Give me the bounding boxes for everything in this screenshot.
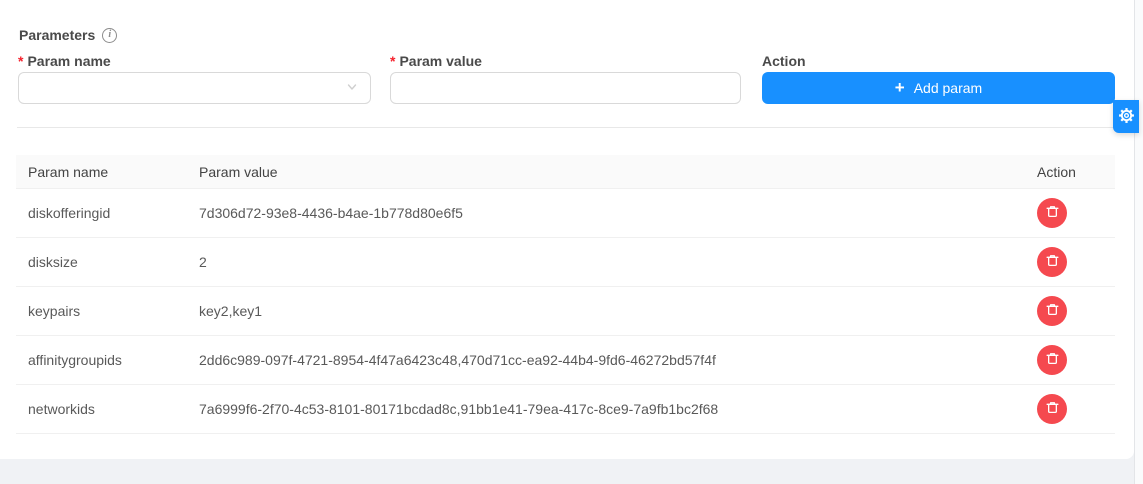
add-param-button[interactable]: + Add param bbox=[762, 72, 1115, 104]
table-row: affinitygroupids 2dd6c989-097f-4721-8954… bbox=[16, 336, 1115, 385]
param-value-label: * Param value bbox=[390, 53, 741, 69]
param-name-cell: keypairs bbox=[16, 303, 199, 319]
action-cell bbox=[1025, 296, 1115, 326]
scrollbar-track[interactable] bbox=[1134, 0, 1143, 484]
required-asterisk: * bbox=[18, 53, 23, 69]
section-divider bbox=[17, 127, 1128, 128]
action-field: Action + Add param bbox=[762, 53, 1115, 104]
delete-param-button[interactable] bbox=[1037, 198, 1067, 228]
param-name-cell: affinitygroupids bbox=[16, 352, 199, 368]
param-value-cell: key2,key1 bbox=[199, 303, 1025, 319]
parameters-section-title: Parameters i bbox=[19, 26, 117, 44]
table-row: diskofferingid 7d306d72-93e8-4436-b4ae-1… bbox=[16, 189, 1115, 238]
trash-icon bbox=[1045, 253, 1060, 271]
action-cell bbox=[1025, 345, 1115, 375]
param-name-select[interactable] bbox=[18, 72, 371, 104]
page-footer bbox=[0, 459, 1134, 484]
parameters-table: Param name Param value Action diskofferi… bbox=[16, 155, 1115, 434]
table-row: networkids 7a6999f6-2f70-4c53-8101-80171… bbox=[16, 385, 1115, 434]
settings-drawer-handle[interactable] bbox=[1113, 100, 1139, 133]
param-value-cell: 2dd6c989-097f-4721-8954-4f47a6423c48,470… bbox=[199, 352, 1025, 368]
delete-param-button[interactable] bbox=[1037, 394, 1067, 424]
gear-icon bbox=[1118, 107, 1135, 127]
chevron-down-icon bbox=[345, 80, 359, 97]
delete-param-button[interactable] bbox=[1037, 345, 1067, 375]
plus-icon: + bbox=[895, 79, 905, 96]
page-title: Parameters bbox=[19, 27, 95, 43]
param-value-field: * Param value bbox=[390, 53, 741, 104]
param-name-cell: networkids bbox=[16, 401, 199, 417]
action-cell bbox=[1025, 394, 1115, 424]
param-name-cell: disksize bbox=[16, 254, 199, 270]
param-name-field: * Param name bbox=[18, 53, 371, 104]
add-param-button-label: Add param bbox=[914, 80, 982, 96]
action-cell bbox=[1025, 247, 1115, 277]
param-name-label: * Param name bbox=[18, 53, 371, 69]
trash-icon bbox=[1045, 204, 1060, 222]
trash-icon bbox=[1045, 302, 1060, 320]
column-header-action: Action bbox=[1025, 164, 1115, 180]
delete-param-button[interactable] bbox=[1037, 296, 1067, 326]
content-card: Parameters i * Param name * Param value … bbox=[0, 0, 1134, 459]
param-value-cell: 7d306d72-93e8-4436-b4ae-1b778d80e6f5 bbox=[199, 205, 1025, 221]
param-value-input[interactable] bbox=[390, 72, 741, 104]
param-value-cell: 7a6999f6-2f70-4c53-8101-80171bcdad8c,91b… bbox=[199, 401, 1025, 417]
column-header-param-name: Param name bbox=[16, 164, 199, 180]
column-header-param-value: Param value bbox=[199, 164, 1025, 180]
table-header-row: Param name Param value Action bbox=[16, 155, 1115, 189]
trash-icon bbox=[1045, 400, 1060, 418]
param-name-cell: diskofferingid bbox=[16, 205, 199, 221]
delete-param-button[interactable] bbox=[1037, 247, 1067, 277]
required-asterisk: * bbox=[390, 53, 395, 69]
info-icon[interactable]: i bbox=[102, 28, 117, 43]
trash-icon bbox=[1045, 351, 1060, 369]
param-value-cell: 2 bbox=[199, 254, 1025, 270]
action-label: Action bbox=[762, 53, 1115, 69]
table-row: keypairs key2,key1 bbox=[16, 287, 1115, 336]
action-cell bbox=[1025, 198, 1115, 228]
table-row: disksize 2 bbox=[16, 238, 1115, 287]
